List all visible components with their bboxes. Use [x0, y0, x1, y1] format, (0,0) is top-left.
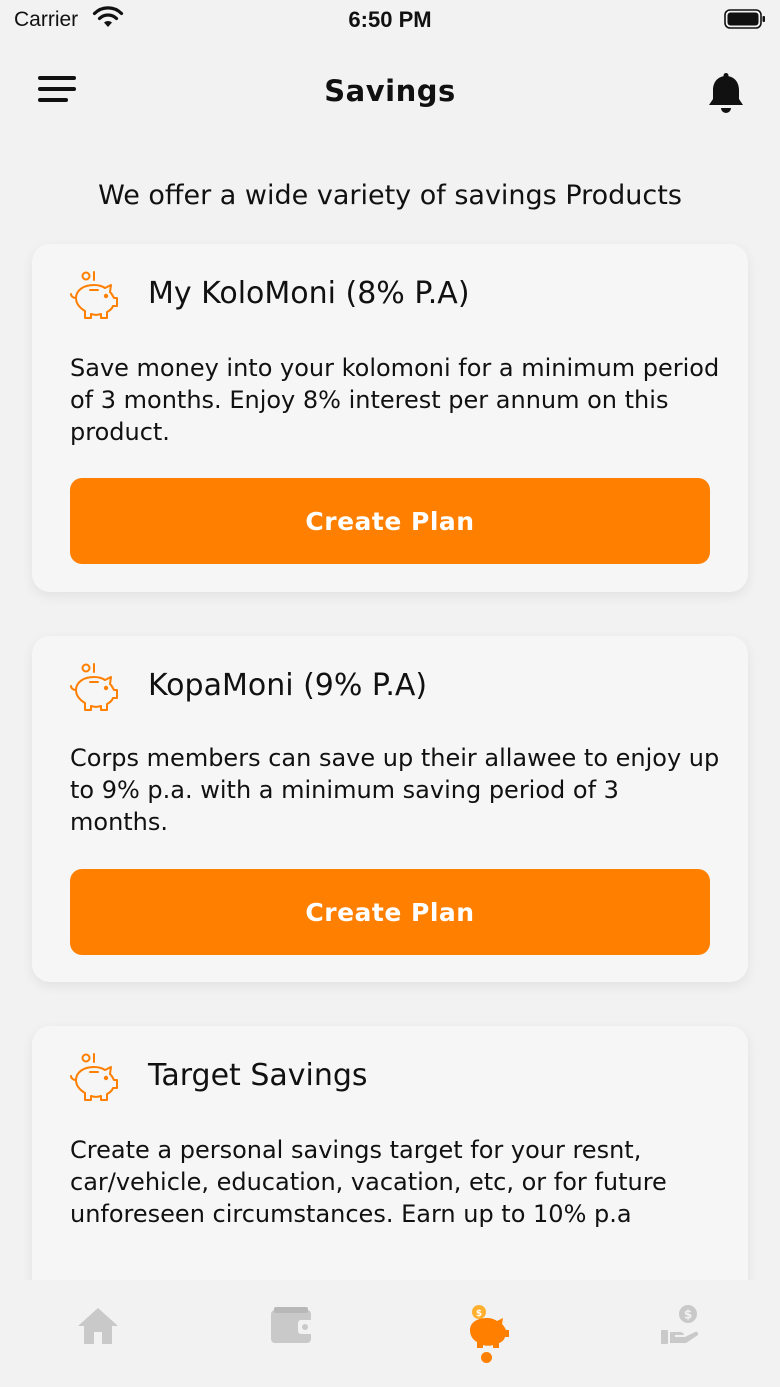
tab-bar: $ $	[0, 1280, 780, 1387]
page-title: Savings	[324, 74, 456, 108]
hand-coin-icon[interactable]: $	[658, 1302, 706, 1350]
piggy-bank-icon[interactable]: $	[464, 1302, 512, 1350]
battery-icon	[724, 9, 765, 29]
product-title: KopaMoni (9% P.A)	[148, 668, 428, 703]
svg-text:$: $	[476, 1309, 482, 1319]
product-card-kopamoni: KopaMoni (9% P.A) Corps members can save…	[32, 636, 748, 982]
product-description: Save money into your kolomoni for a mini…	[70, 354, 720, 446]
notification-bell-icon[interactable]	[706, 72, 746, 116]
svg-text:$: $	[684, 1308, 692, 1322]
active-tab-indicator	[481, 1352, 492, 1363]
status-bar: Carrier 6:50 PM	[0, 0, 780, 42]
product-description: Corps members can save up their allawee …	[70, 744, 720, 836]
create-plan-button[interactable]: Create Plan	[70, 869, 710, 955]
wallet-icon[interactable]	[268, 1302, 316, 1350]
piggy-bank-icon	[70, 1053, 118, 1101]
product-card-kolomoni: My KoloMoni (8% P.A) Save money into you…	[32, 244, 748, 592]
home-icon[interactable]	[74, 1302, 122, 1350]
nav-bar: Savings	[0, 56, 780, 128]
product-description: Create a personal savings target for you…	[70, 1136, 667, 1228]
create-plan-button[interactable]: Create Plan	[70, 478, 710, 564]
intro-text: We offer a wide variety of savings Produ…	[98, 180, 682, 211]
status-time: 6:50 PM	[348, 7, 432, 32]
product-title: My KoloMoni (8% P.A)	[148, 276, 470, 311]
piggy-bank-icon	[70, 271, 118, 319]
product-title: Target Savings	[148, 1058, 368, 1093]
piggy-bank-icon	[70, 663, 118, 711]
